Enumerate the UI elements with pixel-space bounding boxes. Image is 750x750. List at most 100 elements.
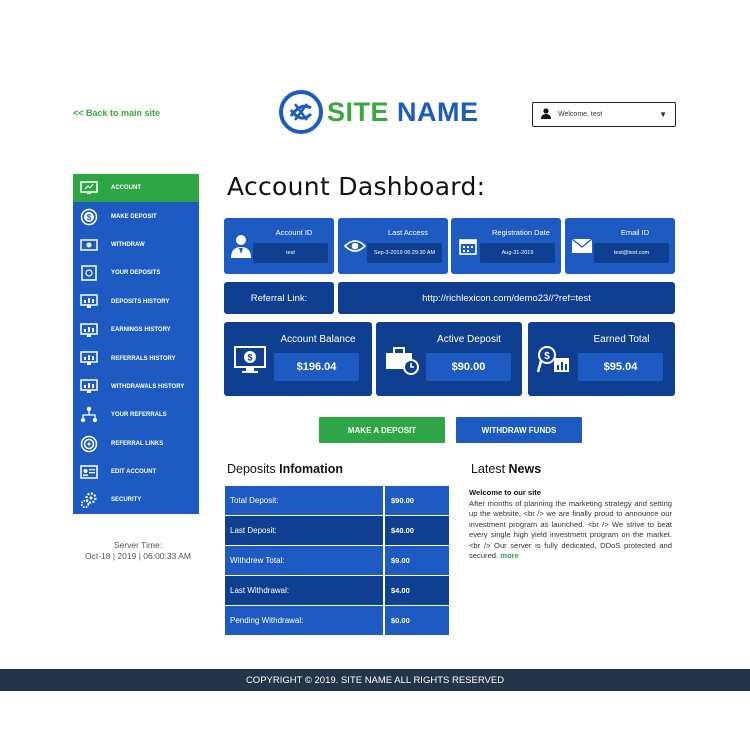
row-value: $9.00 <box>385 546 449 575</box>
logo-text: SITE NAME <box>327 97 479 128</box>
news-item: Welcome to our site After months of plan… <box>469 488 672 562</box>
account-balance-card: $ Account Balance $196.04 <box>224 322 372 396</box>
referral-link-url[interactable]: http://richlexicon.com/demo23//?ref=test <box>338 282 675 314</box>
deposits-heading-part1: Deposits <box>227 462 280 476</box>
sidebar-item-deposits-history[interactable]: Deposits History <box>73 288 199 316</box>
sidebar-item-withdrawals-history[interactable]: Withdrawals History <box>73 373 199 401</box>
earned-total-card: $ Earned Total $95.04 <box>528 322 675 396</box>
sidebar-item-make-deposit[interactable]: $ Make Deposit <box>73 202 199 230</box>
svg-text:$: $ <box>87 213 92 222</box>
news-title: Welcome to our site <box>469 488 542 497</box>
sidebar-item-referral-links[interactable]: Referral Links <box>73 430 199 458</box>
sidebar-item-label: Earnings History <box>111 327 171 334</box>
stat-label: Earned Total <box>593 334 650 345</box>
stat-value: $90.00 <box>426 353 511 381</box>
network-icon <box>79 406 99 424</box>
chart-monitor-icon <box>79 350 99 368</box>
table-row: Withdrew Total: $9.00 <box>225 546 449 576</box>
card-value: Sep-3-2019 06:29:30 AM <box>367 243 442 263</box>
user-icon <box>229 234 253 258</box>
id-card-icon <box>79 463 99 481</box>
target-icon <box>79 435 99 453</box>
logo-word-name: NAME <box>397 96 479 127</box>
last-access-card: Last Access Sep-3-2019 06:29:30 AM <box>338 218 448 274</box>
sidebar-item-label: Deposits History <box>111 298 170 305</box>
latest-news-heading: Latest News <box>471 462 541 476</box>
news-more-link[interactable]: more <box>500 551 519 560</box>
sidebar-nav: Account $ Make Deposit Withdraw Your Dep… <box>73 174 199 514</box>
gears-icon <box>79 491 99 509</box>
deposits-info-heading: Deposits Infomation <box>227 462 343 476</box>
sidebar-item-earnings-history[interactable]: Earnings History <box>73 316 199 344</box>
calendar-icon <box>456 234 480 258</box>
table-row: Last Withdrawal: $4.00 <box>225 576 449 606</box>
sidebar-item-your-referrals[interactable]: Your Referrals <box>73 401 199 429</box>
table-row: Last Deposit: $40.00 <box>225 516 449 546</box>
make-deposit-button[interactable]: Make a Deposit <box>319 417 445 443</box>
row-key: Withdrew Total: <box>225 546 385 575</box>
row-value: $4.00 <box>385 576 449 605</box>
logo-emblem-icon <box>279 90 323 134</box>
row-key: Total Deposit: <box>225 486 385 515</box>
server-time: Server Time: Oct-18 | 2019 | 06:00:33 AM <box>73 540 203 562</box>
svg-text:$: $ <box>544 351 550 362</box>
card-label: Registration Date <box>492 228 550 237</box>
card-value: Aug-31-2019 <box>480 243 555 263</box>
table-row: Total Deposit: $90.00 <box>225 486 449 516</box>
card-label: Account ID <box>275 228 313 237</box>
logo-word-site: SITE <box>327 96 390 127</box>
sidebar-item-security[interactable]: Security <box>73 486 199 514</box>
sidebar-item-label: Referral Links <box>111 440 164 447</box>
footer-copyright: COPYRIGHT © 2019. SITE NAME ALL RIGHTS R… <box>0 669 750 691</box>
account-id-card: Account ID test <box>224 218 334 274</box>
envelope-icon <box>570 234 594 258</box>
briefcase-clock-icon <box>384 342 420 378</box>
sidebar-item-withdraw[interactable]: Withdraw <box>73 231 199 259</box>
sidebar-item-referrals-history[interactable]: Referrals History <box>73 344 199 372</box>
withdraw-funds-button[interactable]: Withdraw Funds <box>456 417 582 443</box>
referral-link-label: Referral Link: <box>224 282 334 314</box>
dollar-monitor-icon: $ <box>232 342 268 378</box>
site-logo[interactable]: SITE NAME <box>279 90 479 134</box>
dollar-icon: $ <box>79 208 99 226</box>
news-heading-part2: News <box>508 462 542 476</box>
sidebar-item-label: Withdraw <box>111 241 145 248</box>
safe-icon <box>79 264 99 282</box>
row-key: Pending Withdrawal: <box>225 606 385 635</box>
sidebar-item-label: Your Deposits <box>111 270 161 277</box>
sidebar-item-label: Security <box>111 497 142 504</box>
row-key: Last Withdrawal: <box>225 576 385 605</box>
stat-value: $95.04 <box>578 353 663 381</box>
row-value: $90.00 <box>385 486 449 515</box>
server-time-label: Server Time: <box>113 540 163 550</box>
money-chart-icon: $ <box>536 342 572 378</box>
table-row: Pending Withdrawal: $0.00 <box>225 606 449 636</box>
deposits-info-table: Total Deposit: $90.00 Last Deposit: $40.… <box>225 486 449 636</box>
monitor-icon <box>79 179 99 197</box>
sidebar-item-label: Account <box>111 185 141 192</box>
row-value: $0.00 <box>385 606 449 635</box>
card-label: Email ID <box>620 228 650 237</box>
sidebar-item-label: Withdrawals History <box>111 383 185 390</box>
server-time-value: Oct-18 | 2019 | 06:00:33 AM <box>84 551 191 561</box>
user-menu-dropdown[interactable]: Welcome, test ▼ <box>532 102 676 127</box>
back-to-main-site-link[interactable]: << Back to main site <box>73 108 160 118</box>
sidebar-item-label: Referrals History <box>111 355 176 362</box>
chart-monitor-icon <box>79 293 99 311</box>
sidebar-item-label: Your Referrals <box>111 412 167 419</box>
chart-monitor-icon <box>79 378 99 396</box>
user-icon <box>541 108 551 121</box>
eye-icon <box>343 234 367 258</box>
deposits-heading-part2: Infomation <box>279 462 343 476</box>
svg-text:$: $ <box>247 353 252 363</box>
cash-icon <box>79 236 99 254</box>
sidebar-item-account[interactable]: Account <box>73 174 199 203</box>
sidebar-item-label: Edit Account <box>111 469 157 476</box>
caret-down-icon: ▼ <box>659 110 667 119</box>
stat-value: $196.04 <box>274 353 359 381</box>
card-value: test@test.com <box>594 243 669 263</box>
sidebar-item-edit-account[interactable]: Edit Account <box>73 458 199 486</box>
welcome-text: Welcome, test <box>558 111 603 118</box>
email-id-card: Email ID test@test.com <box>565 218 675 274</box>
sidebar-item-your-deposits[interactable]: Your Deposits <box>73 259 199 287</box>
